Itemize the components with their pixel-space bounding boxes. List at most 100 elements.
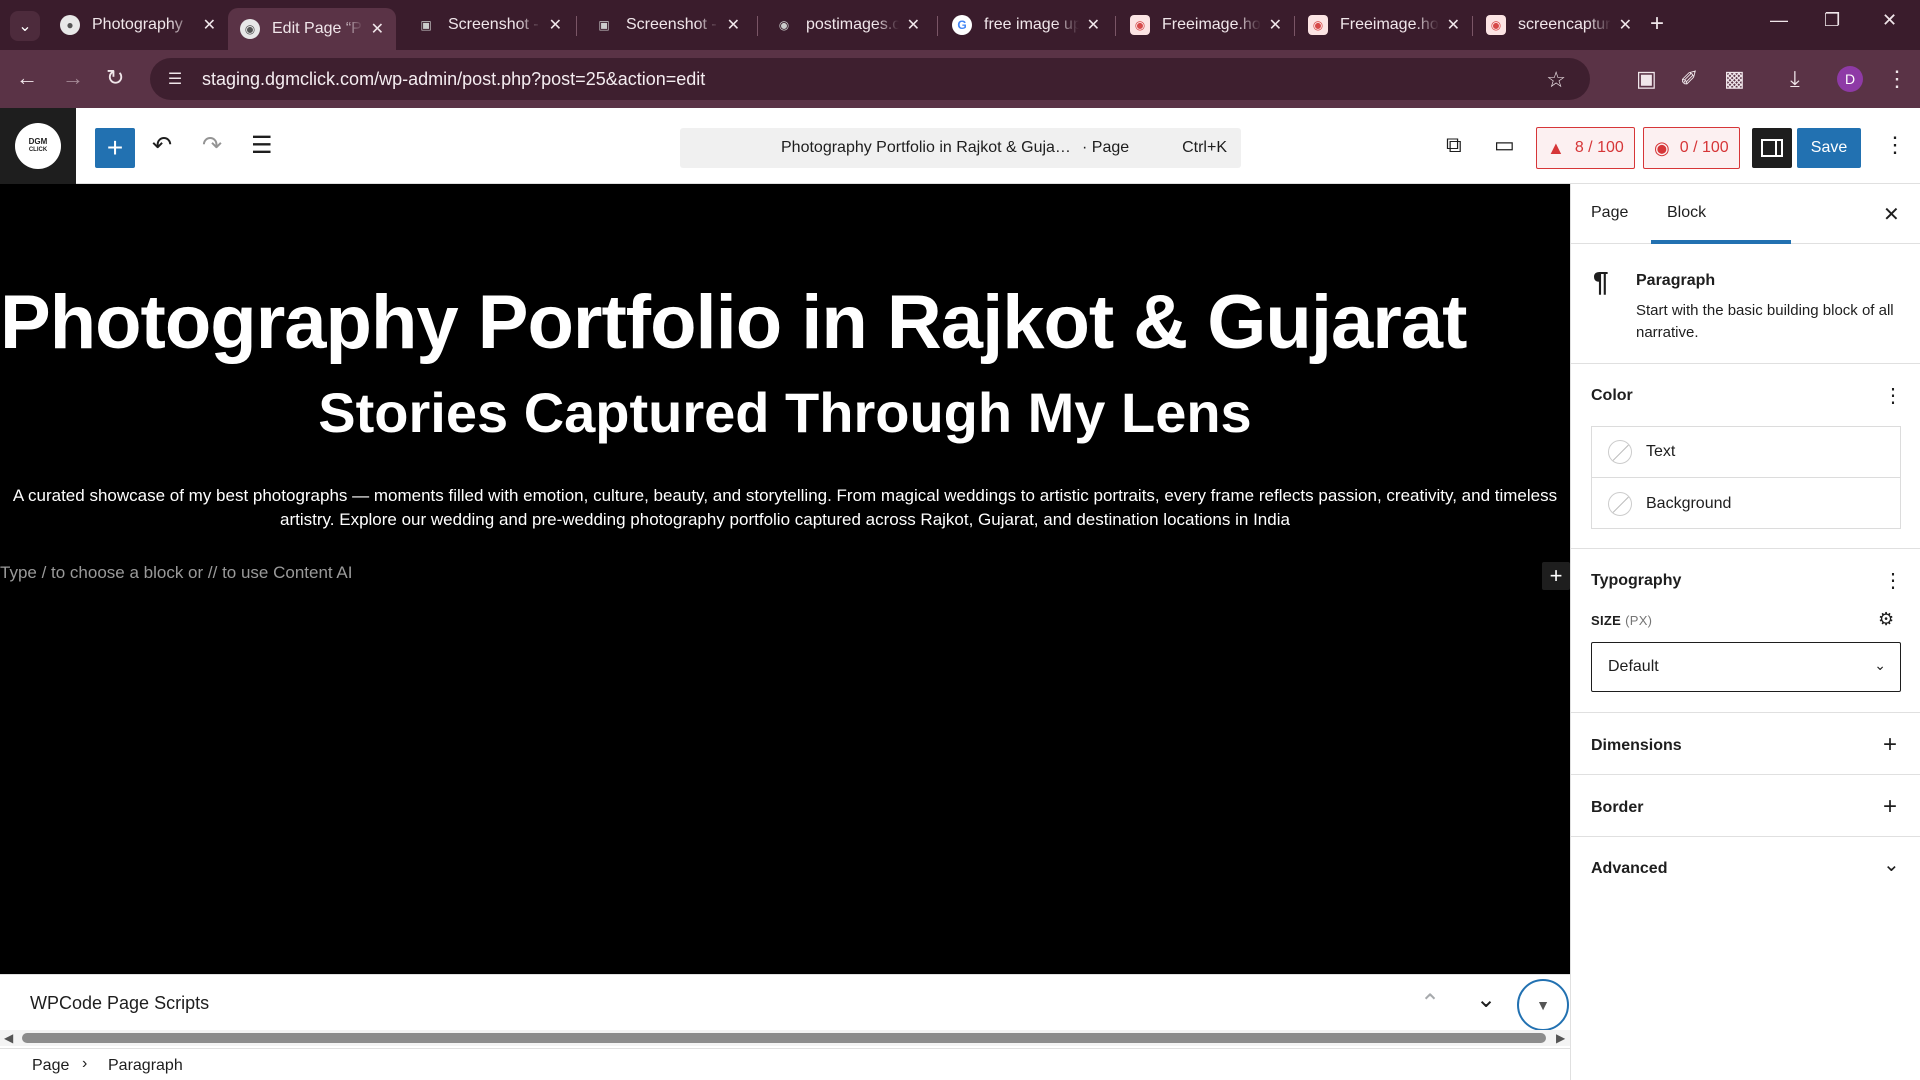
google-icon: G [952,15,972,35]
text-color-item[interactable]: Text [1592,427,1900,478]
content-ai-score-button[interactable]: ◉ 0 / 100 [1643,127,1740,169]
browser-tab-7[interactable]: ◉ Freeimage.host ✕ [1118,8,1294,42]
view-page-external-icon[interactable]: ⧉ [1446,132,1462,158]
tab-separator [937,16,938,36]
border-panel-title[interactable]: Border [1591,799,1643,817]
caret-down-icon: ▼ [1536,997,1550,1013]
camera-icon: ▣ [420,18,432,32]
profile-avatar[interactable]: D [1837,66,1863,92]
close-tab-icon[interactable]: ✕ [1447,15,1460,35]
close-icon[interactable]: ✕ [1883,202,1900,227]
breadcrumb-page[interactable]: Page [32,1057,69,1075]
back-icon[interactable]: ← [16,66,38,90]
toggle-panel-button[interactable]: ▼ [1517,979,1569,1031]
download-icon[interactable]: ⤓ [1790,67,1800,91]
subheading-block[interactable]: Stories Captured Through My Lens [0,380,1570,445]
forward-icon[interactable]: → [62,66,84,90]
color-picker-extension-icon[interactable]: ✐ [1680,67,1698,91]
document-type: · Page [1082,139,1130,156]
address-bar[interactable]: ☰ staging.dgmclick.com/wp-admin/post.php… [150,58,1590,100]
url-text[interactable]: staging.dgmclick.com/wp-admin/post.php?p… [202,69,705,90]
tab-search-button[interactable]: ⌄ [10,11,40,41]
options-menu-icon[interactable]: ⋮ [1884,132,1906,158]
reload-icon[interactable]: ↻ [106,66,124,90]
command-palette-button[interactable]: Photography Portfolio in Rajkot & Guja… … [680,128,1241,168]
tab-separator [1294,16,1295,36]
seo-score-button[interactable]: ▲ 8 / 100 [1536,127,1635,169]
editor-canvas[interactable]: Photography Portfolio in Rajkot & Gujara… [0,184,1570,974]
add-dimensions-icon[interactable]: + [1883,731,1897,759]
close-tab-icon[interactable]: ✕ [1619,15,1632,35]
dimensions-panel-title[interactable]: Dimensions [1591,737,1682,755]
bookmark-star-icon[interactable]: ☆ [1546,67,1566,93]
chevron-down-icon: ⌄ [18,18,32,35]
typography-options-icon[interactable]: ⋮ [1883,568,1903,593]
move-down-icon[interactable]: ⌄ [1476,985,1496,1014]
wp-icon: ◉ [240,19,260,39]
browser-toolbar: ← → ↻ ☰ staging.dgmclick.com/wp-admin/po… [0,50,1920,108]
paragraph-icon: ¶ [1593,266,1609,297]
font-size-select[interactable]: Default ⌄ [1591,642,1901,692]
browser-tab-4[interactable]: ▣ Screenshot - ✕ [582,8,752,42]
undo-icon[interactable]: ↶ [152,132,172,160]
horizontal-scrollbar[interactable]: ◀ ▶ [0,1030,1570,1046]
background-color-item[interactable]: Background [1592,478,1900,529]
close-tab-icon[interactable]: ✕ [1269,15,1282,35]
metabox-title[interactable]: WPCode Page Scripts [30,993,209,1014]
close-tab-icon[interactable]: ✕ [727,15,740,35]
new-tab-icon[interactable]: + [1650,12,1664,36]
tab-block[interactable]: Block [1667,204,1706,222]
redo-icon[interactable]: ↷ [202,132,222,160]
preview-device-icon[interactable]: ▭ [1494,132,1515,158]
browser-tab-9[interactable]: ◉ screencapture ✕ [1474,8,1644,42]
browser-tab-5[interactable]: ◉ postimages.org ✕ [762,8,932,42]
save-button[interactable]: Save [1797,128,1861,168]
screenshot-extension-icon[interactable]: ▣ [1636,67,1657,91]
close-tab-icon[interactable]: ✕ [1087,15,1100,35]
browser-tab-8[interactable]: ◉ Freeimage.host ✕ [1296,8,1472,42]
add-block-button[interactable]: + [1542,562,1570,590]
close-tab-icon[interactable]: ✕ [371,19,384,39]
custom-size-toggle-icon[interactable]: ⚙ [1878,609,1894,630]
color-options-icon[interactable]: ⋮ [1883,383,1903,408]
settings-sidebar-toggle[interactable] [1752,128,1792,168]
browser-tab-6[interactable]: G free image upload ✕ [940,8,1112,42]
breadcrumb-paragraph[interactable]: Paragraph [108,1057,183,1075]
close-tab-icon[interactable]: ✕ [549,15,562,35]
move-up-icon[interactable]: ⌃ [1420,989,1440,1018]
add-border-icon[interactable]: + [1883,793,1897,821]
scrollbar-thumb[interactable] [22,1033,1546,1043]
tab-page[interactable]: Page [1591,204,1628,222]
block-inserter-button[interactable]: + [95,128,135,168]
empty-swatch-icon [1608,440,1632,464]
advanced-panel-title[interactable]: Advanced [1591,860,1667,878]
document-overview-icon[interactable]: ☰ [251,132,273,160]
restore-icon[interactable]: ❐ [1824,10,1840,31]
scroll-left-icon[interactable]: ◀ [4,1031,13,1045]
typography-panel-title: Typography [1591,572,1682,589]
freeimage-icon: ◉ [1308,15,1328,35]
minimize-icon[interactable]: — [1770,10,1788,31]
browser-tab-1[interactable]: ● Photography ✕ [48,8,228,42]
site-info-icon[interactable]: ☰ [164,68,186,90]
extensions-puzzle-icon[interactable]: ▩ [1724,67,1745,91]
tab-separator [576,16,577,36]
scroll-right-icon[interactable]: ▶ [1556,1031,1565,1045]
paragraph-block[interactable]: A curated showcase of my best photograph… [0,484,1570,532]
freeimage-icon: ◉ [1130,15,1150,35]
chevron-right-icon: › [82,1055,88,1072]
chevron-down-icon[interactable]: ⌄ [1883,852,1900,877]
browser-tab-2-active[interactable]: ◉ Edit Page “Photography ✕ [228,8,396,50]
site-logo[interactable]: DGM CLICK [0,108,76,184]
browser-menu-icon[interactable]: ⋮ [1886,67,1908,91]
tab-separator [1115,16,1116,36]
close-tab-icon[interactable]: ✕ [203,15,216,35]
browser-tab-3[interactable]: ▣ Screenshot - ✕ [404,8,574,42]
heading-block[interactable]: Photography Portfolio in Rajkot & Gujara… [0,279,1467,366]
empty-block-placeholder[interactable]: Type / to choose a block or // to use Co… [0,563,352,583]
logo-badge: DGM CLICK [15,123,61,169]
close-window-icon[interactable]: ✕ [1882,10,1897,31]
freeimage-icon: ◉ [1486,15,1506,35]
document-title: Photography Portfolio in Rajkot & Guja… [781,139,1071,156]
close-tab-icon[interactable]: ✕ [907,15,920,35]
